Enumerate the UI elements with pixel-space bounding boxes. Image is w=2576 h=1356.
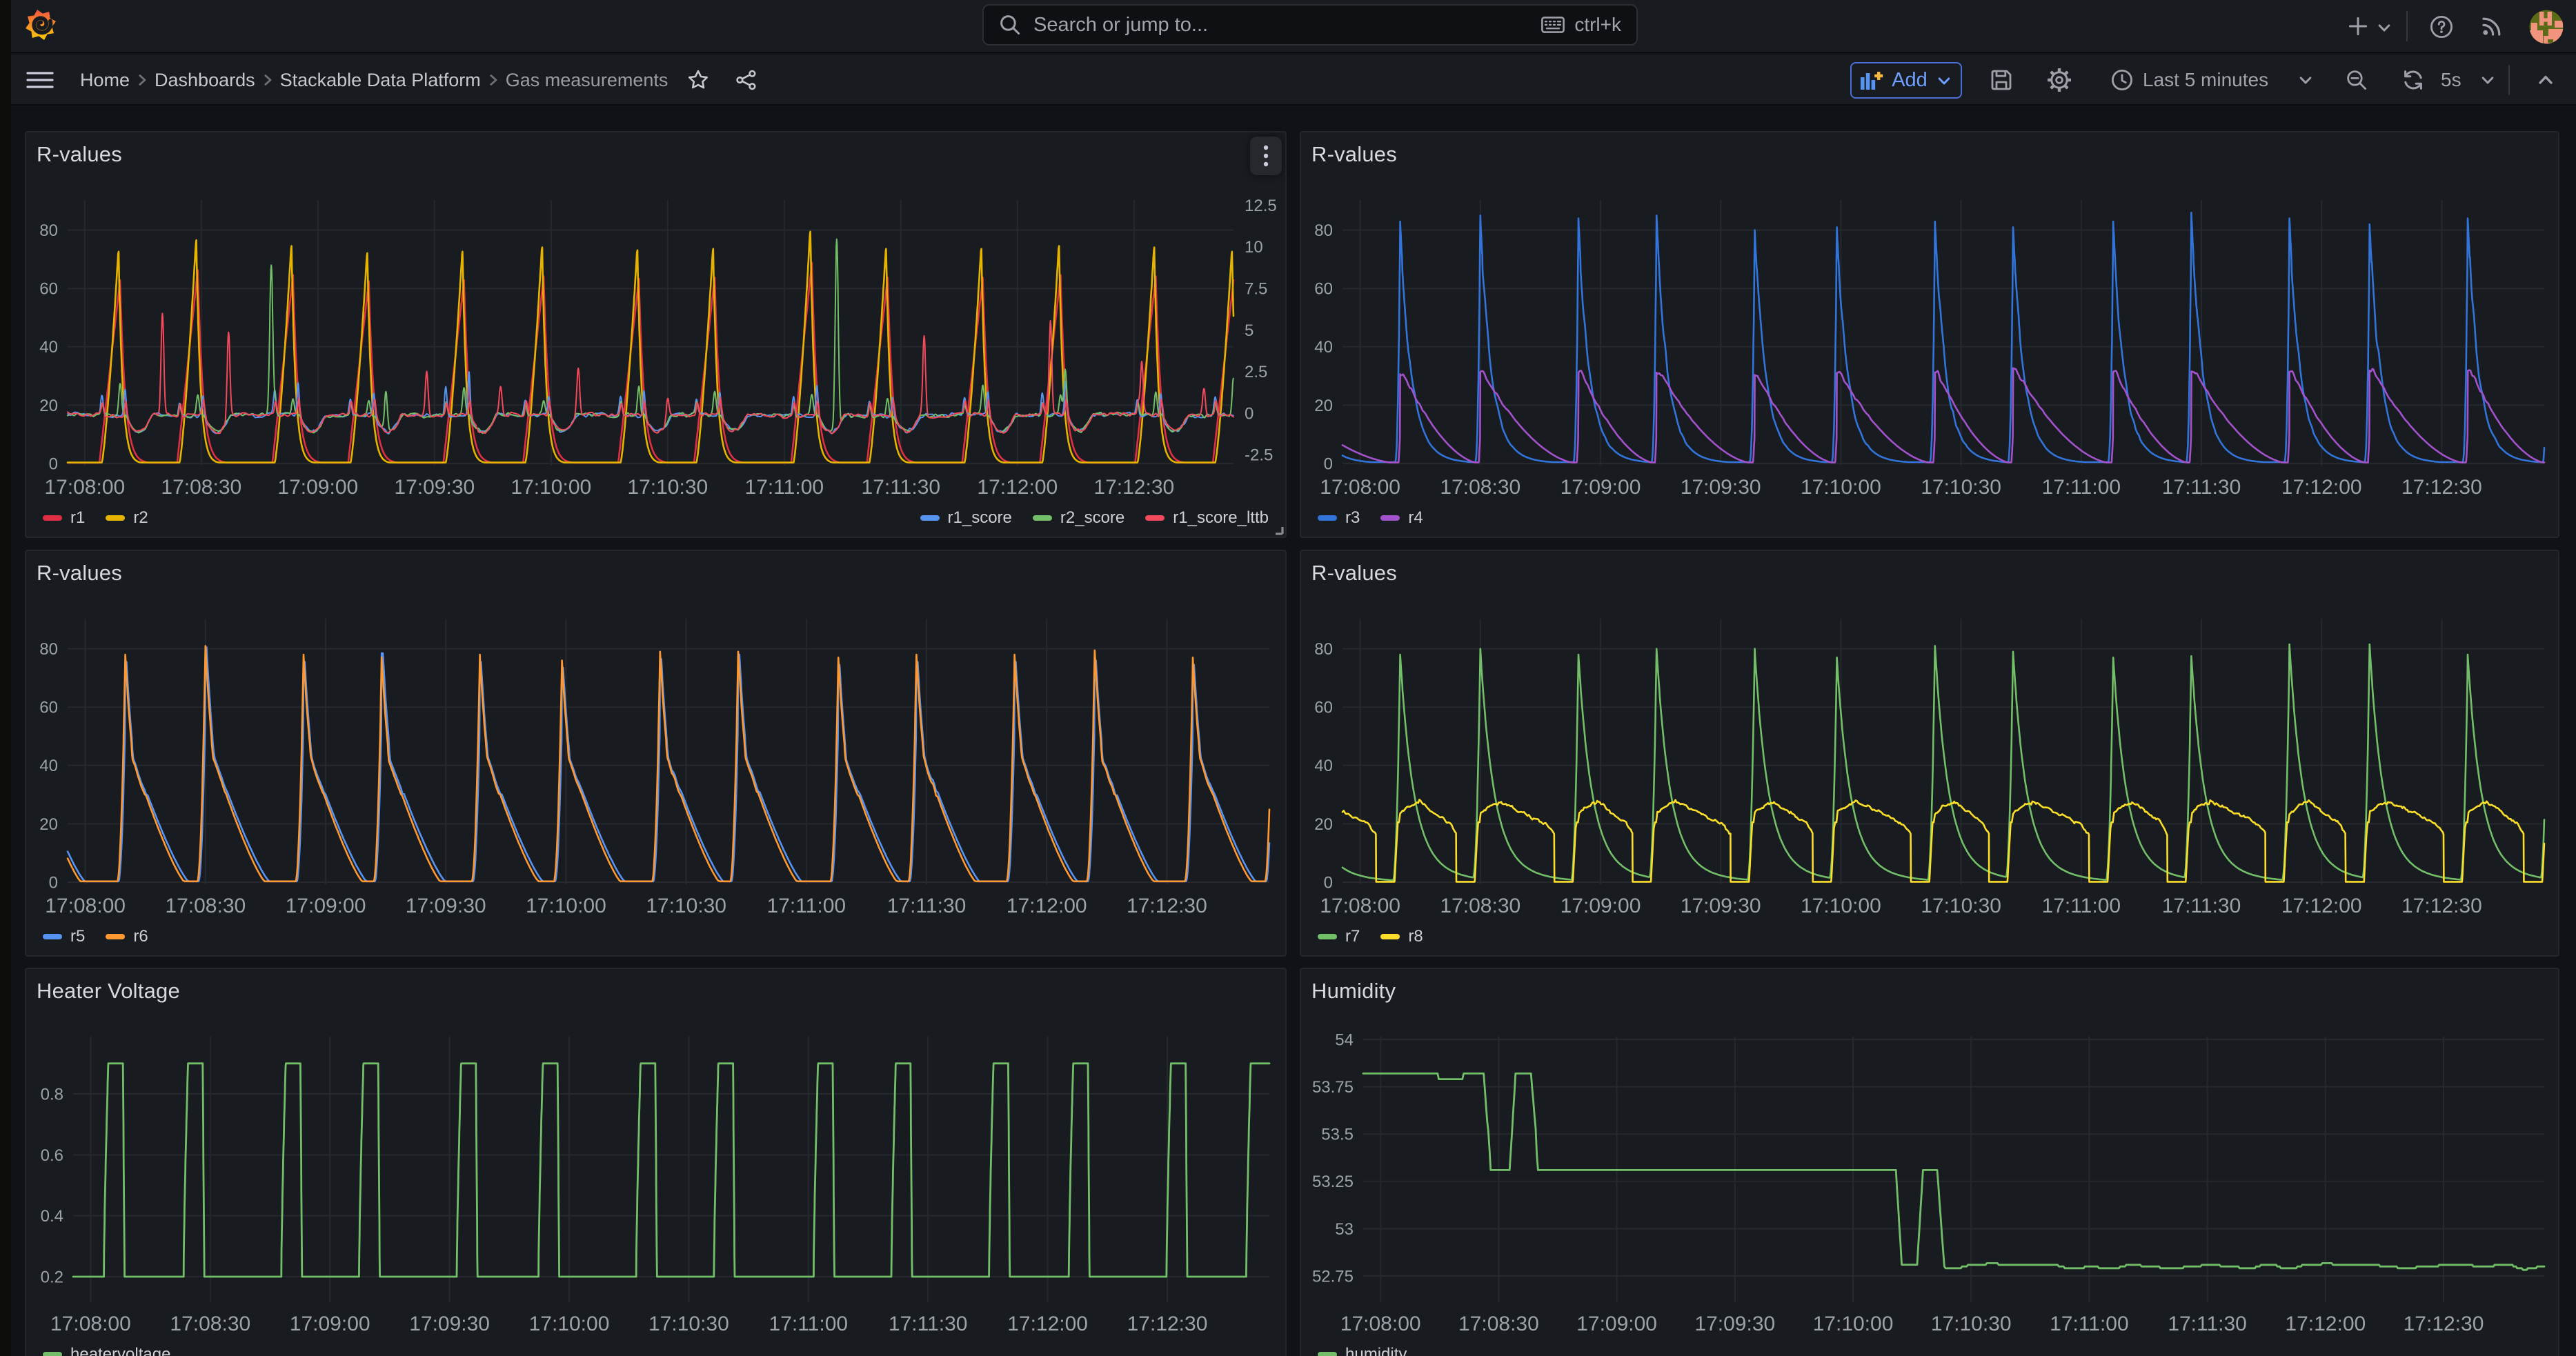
svg-text:17:12:00: 17:12:00: [977, 476, 1058, 499]
svg-text:17:11:30: 17:11:30: [887, 895, 967, 917]
svg-text:20: 20: [39, 815, 58, 834]
svg-text:17:12:00: 17:12:00: [1007, 1313, 1088, 1335]
svg-text:2.5: 2.5: [1245, 363, 1267, 381]
svg-text:60: 60: [1314, 699, 1333, 717]
svg-text:17:09:00: 17:09:00: [277, 476, 358, 499]
svg-text:17:10:00: 17:10:00: [526, 895, 606, 917]
svg-text:20: 20: [1314, 397, 1333, 415]
svg-text:53.25: 53.25: [1312, 1173, 1354, 1191]
svg-text:17:12:30: 17:12:30: [2401, 476, 2482, 499]
svg-text:17:11:00: 17:11:00: [2042, 476, 2121, 499]
svg-text:40: 40: [39, 338, 58, 357]
svg-text:17:12:30: 17:12:30: [1127, 895, 1207, 917]
svg-text:0.4: 0.4: [41, 1207, 63, 1226]
svg-text:17:09:30: 17:09:30: [394, 476, 475, 499]
svg-text:17:08:30: 17:08:30: [170, 1313, 250, 1335]
svg-text:53: 53: [1335, 1220, 1354, 1239]
svg-text:17:10:30: 17:10:30: [648, 1313, 729, 1335]
svg-text:17:10:30: 17:10:30: [1921, 895, 2001, 917]
svg-text:20: 20: [1314, 815, 1333, 834]
svg-text:17:10:00: 17:10:00: [1813, 1313, 1894, 1335]
svg-text:17:08:30: 17:08:30: [161, 476, 241, 499]
svg-text:17:08:30: 17:08:30: [1458, 1313, 1539, 1335]
svg-text:17:08:00: 17:08:00: [45, 895, 126, 917]
svg-text:0.2: 0.2: [41, 1268, 63, 1286]
svg-text:17:09:30: 17:09:30: [409, 1313, 490, 1335]
svg-text:80: 80: [1314, 640, 1333, 659]
svg-text:17:08:00: 17:08:00: [44, 476, 125, 499]
svg-text:17:12:30: 17:12:30: [2401, 895, 2482, 917]
svg-text:17:09:00: 17:09:00: [290, 1313, 370, 1335]
svg-text:17:11:30: 17:11:30: [889, 1313, 968, 1335]
svg-text:0: 0: [1245, 404, 1254, 423]
svg-text:17:09:30: 17:09:30: [406, 895, 486, 917]
svg-text:0: 0: [1324, 873, 1333, 892]
svg-text:17:12:00: 17:12:00: [1007, 895, 1087, 917]
svg-text:80: 80: [39, 640, 58, 659]
svg-text:53.75: 53.75: [1312, 1078, 1354, 1097]
svg-text:17:11:30: 17:11:30: [2162, 476, 2241, 499]
svg-text:17:09:30: 17:09:30: [1694, 1313, 1775, 1335]
svg-text:17:12:00: 17:12:00: [2285, 1313, 2366, 1335]
svg-text:17:09:00: 17:09:00: [1561, 476, 1641, 499]
svg-text:17:10:00: 17:10:00: [529, 1313, 610, 1335]
svg-text:54: 54: [1335, 1030, 1354, 1049]
svg-text:20: 20: [39, 397, 58, 415]
svg-text:0: 0: [49, 873, 58, 892]
svg-text:17:08:30: 17:08:30: [1440, 476, 1520, 499]
svg-text:7.5: 7.5: [1245, 279, 1267, 298]
svg-text:17:09:00: 17:09:00: [286, 895, 366, 917]
svg-text:17:11:00: 17:11:00: [2050, 1313, 2129, 1335]
svg-text:17:10:00: 17:10:00: [1801, 476, 1881, 499]
svg-text:60: 60: [39, 280, 58, 299]
svg-text:17:09:30: 17:09:30: [1681, 895, 1761, 917]
svg-text:17:09:00: 17:09:00: [1561, 895, 1641, 917]
svg-text:0.8: 0.8: [41, 1085, 63, 1104]
svg-text:17:08:30: 17:08:30: [165, 895, 246, 917]
svg-text:17:09:00: 17:09:00: [1576, 1313, 1657, 1335]
svg-text:17:10:30: 17:10:30: [627, 476, 708, 499]
svg-text:17:10:30: 17:10:30: [1931, 1313, 2012, 1335]
svg-text:40: 40: [1314, 338, 1333, 357]
svg-text:60: 60: [1314, 280, 1333, 299]
svg-text:80: 80: [1314, 221, 1333, 240]
svg-text:17:09:30: 17:09:30: [1681, 476, 1761, 499]
svg-text:17:12:30: 17:12:30: [1127, 1313, 1208, 1335]
svg-text:17:08:00: 17:08:00: [50, 1313, 131, 1335]
svg-text:17:10:00: 17:10:00: [511, 476, 591, 499]
svg-text:5: 5: [1245, 321, 1254, 340]
svg-text:17:12:30: 17:12:30: [1093, 476, 1174, 499]
svg-text:40: 40: [39, 757, 58, 775]
svg-text:17:11:30: 17:11:30: [862, 476, 941, 499]
svg-text:10: 10: [1245, 238, 1263, 257]
svg-text:0: 0: [49, 455, 58, 473]
svg-text:17:11:00: 17:11:00: [767, 895, 846, 917]
svg-text:17:11:00: 17:11:00: [2042, 895, 2121, 917]
svg-text:17:11:30: 17:11:30: [2168, 1313, 2247, 1335]
svg-text:17:11:00: 17:11:00: [769, 1313, 849, 1335]
svg-text:52.75: 52.75: [1312, 1267, 1354, 1286]
svg-text:60: 60: [39, 699, 58, 717]
svg-text:53.5: 53.5: [1321, 1126, 1354, 1144]
svg-text:17:11:30: 17:11:30: [2162, 895, 2241, 917]
svg-text:0: 0: [1324, 455, 1333, 473]
svg-text:12.5: 12.5: [1245, 197, 1277, 215]
svg-text:17:08:00: 17:08:00: [1320, 476, 1400, 499]
svg-text:17:12:00: 17:12:00: [2281, 895, 2362, 917]
svg-text:17:08:30: 17:08:30: [1440, 895, 1520, 917]
svg-text:17:10:30: 17:10:30: [646, 895, 726, 917]
svg-text:17:08:00: 17:08:00: [1340, 1313, 1421, 1335]
svg-text:17:10:30: 17:10:30: [1921, 476, 2001, 499]
svg-text:17:12:00: 17:12:00: [2281, 476, 2362, 499]
svg-text:17:11:00: 17:11:00: [745, 476, 824, 499]
svg-text:-2.5: -2.5: [1245, 446, 1273, 465]
svg-text:17:12:30: 17:12:30: [2404, 1313, 2484, 1335]
svg-text:17:10:00: 17:10:00: [1801, 895, 1881, 917]
svg-text:17:08:00: 17:08:00: [1320, 895, 1400, 917]
svg-text:40: 40: [1314, 757, 1333, 775]
svg-text:0.6: 0.6: [41, 1146, 63, 1165]
svg-text:80: 80: [39, 221, 58, 240]
